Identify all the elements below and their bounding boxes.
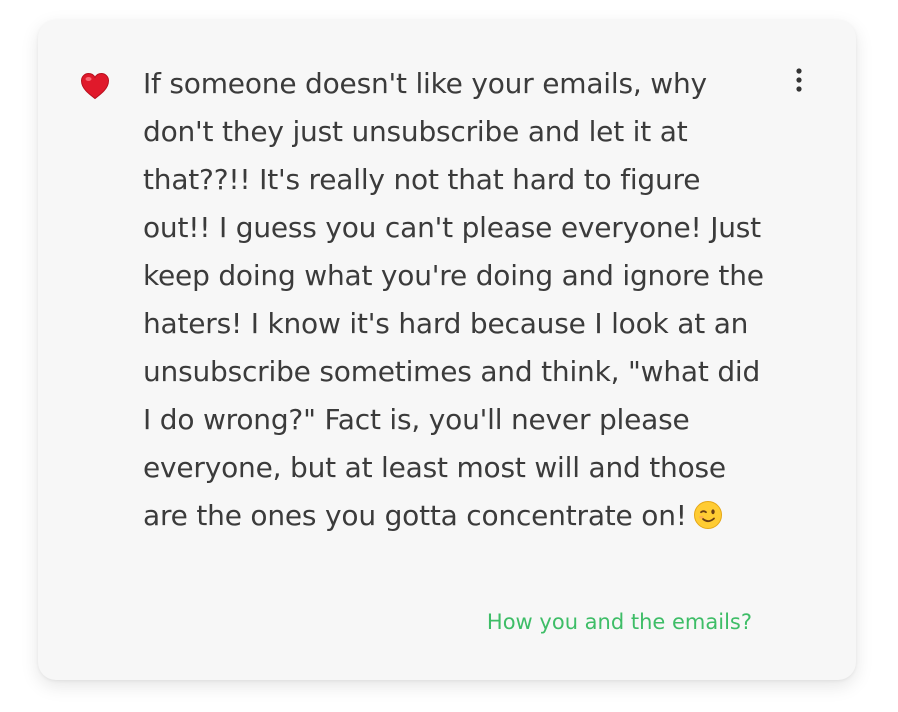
comment-body: If someone doesn't like your emails, why… (143, 67, 764, 532)
winking-face-icon (693, 500, 723, 530)
comment-card: If someone doesn't like your emails, why… (38, 20, 856, 680)
heart-icon (79, 70, 111, 102)
more-options-button[interactable] (787, 64, 811, 98)
more-vertical-icon (796, 68, 802, 92)
email-link[interactable]: How you and the emails? (487, 610, 752, 634)
comment-text: If someone doesn't like your emails, why… (143, 60, 768, 540)
